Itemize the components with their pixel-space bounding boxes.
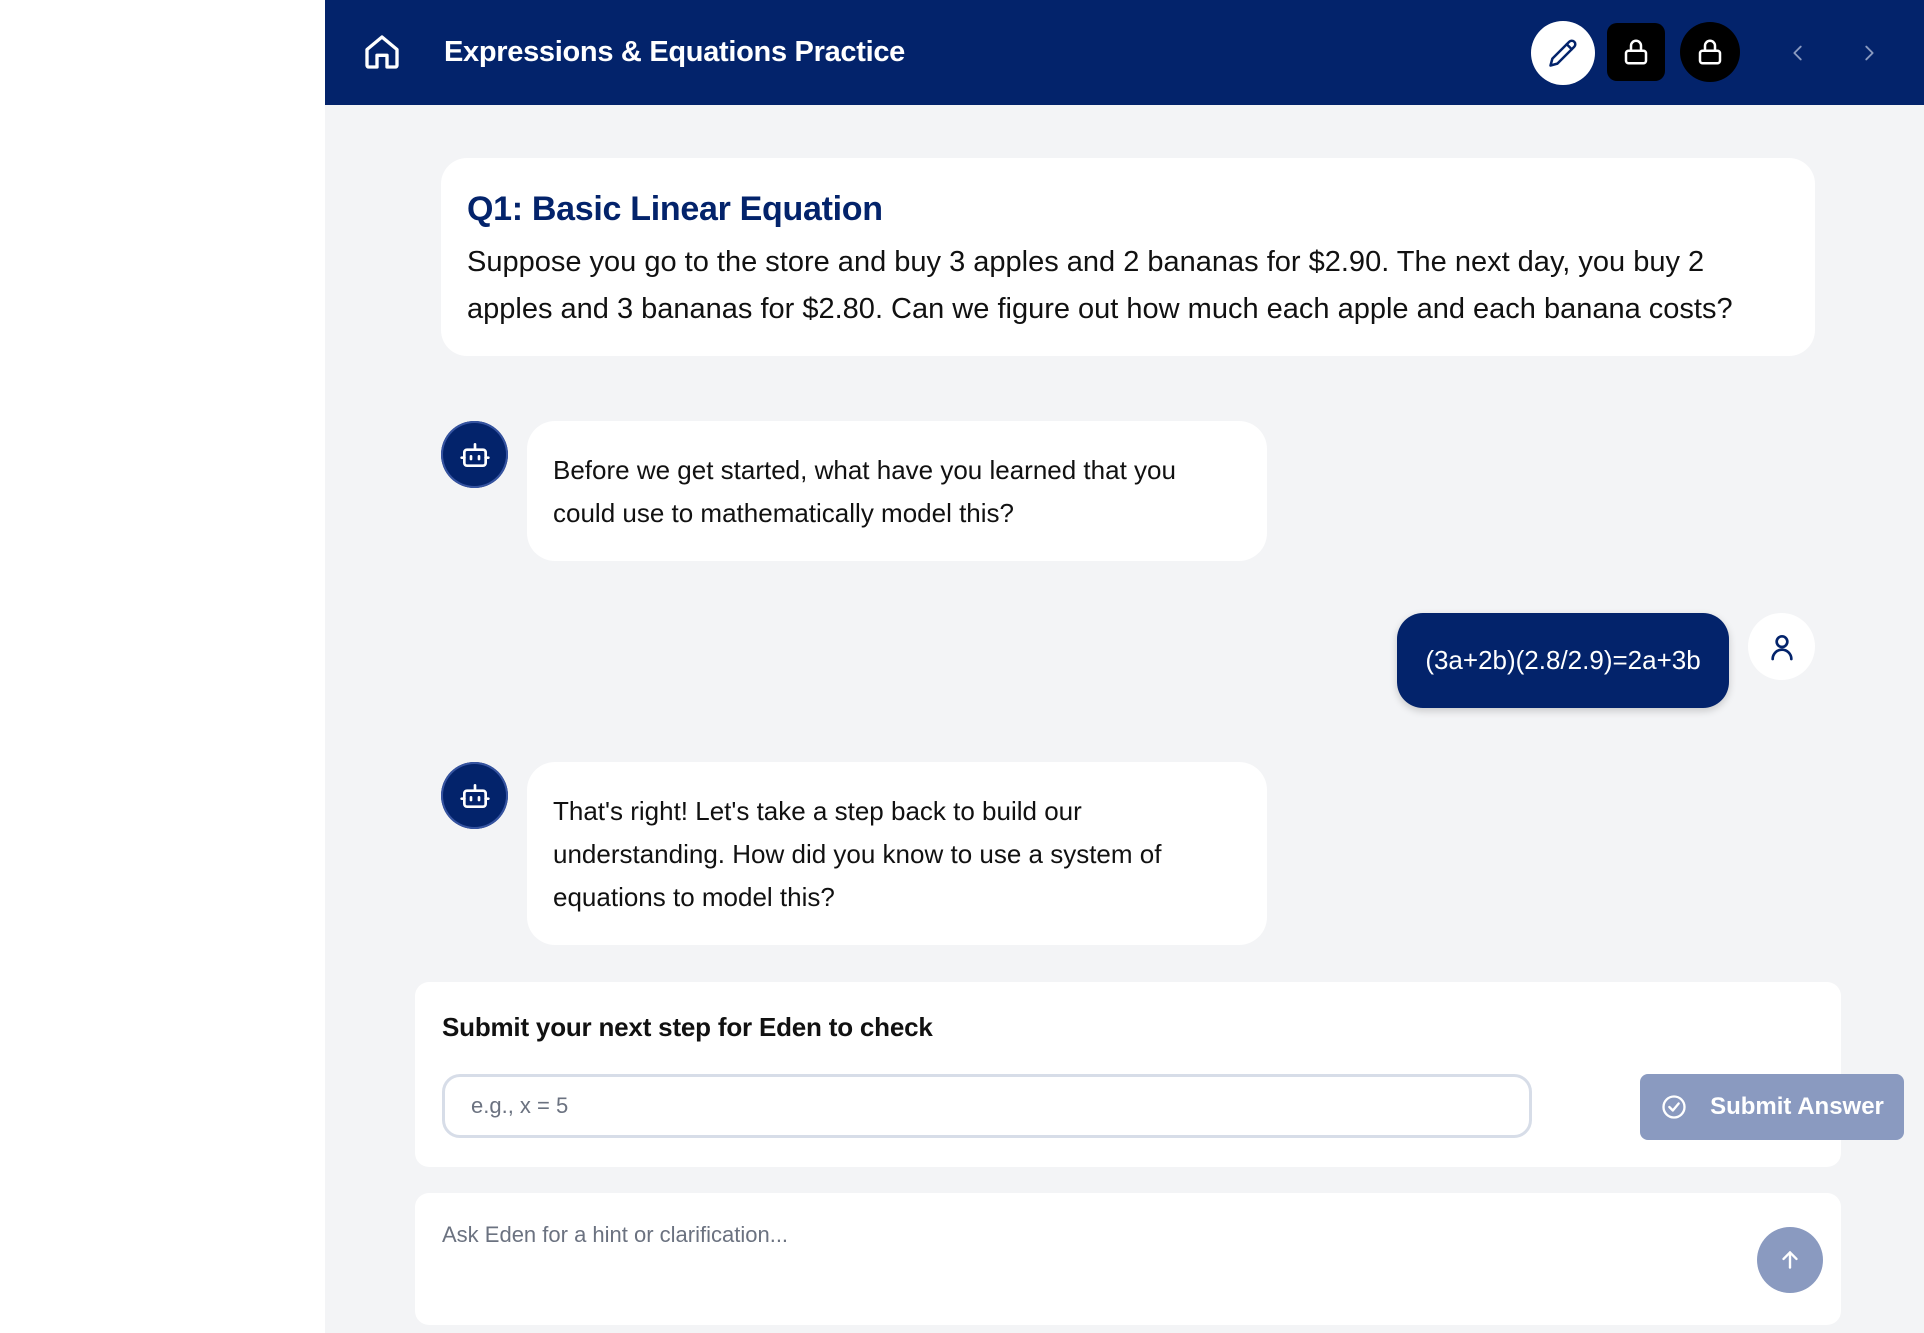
submit-step-panel: Submit your next step for Eden to check … — [415, 982, 1904, 1167]
practice-main: Expressions & Equations Practice Q1: Bas… — [325, 0, 1924, 1333]
chevron-right-icon — [1865, 45, 1874, 61]
question-card: Q1: Basic Linear Equation Suppose you go… — [441, 158, 1815, 356]
bot-avatar — [441, 421, 508, 488]
lock-icon — [1698, 39, 1722, 65]
previous-question-button[interactable] — [1778, 33, 1818, 73]
robot-icon — [459, 442, 490, 467]
user-avatar — [1748, 613, 1815, 680]
home-button[interactable] — [362, 32, 402, 72]
hint-panel — [415, 1193, 1841, 1325]
question-text: Suppose you go to the store and buy 3 ap… — [467, 246, 1733, 325]
send-hint-button[interactable] — [1757, 1227, 1823, 1293]
page-title: Expressions & Equations Practice — [444, 36, 906, 68]
arrow-up-icon — [1782, 1251, 1798, 1269]
lock-icon — [1624, 39, 1648, 65]
submit-step-label: Submit your next step for Eden to check — [442, 1012, 933, 1042]
bot-message: That's right! Let's take a step back to … — [527, 762, 1267, 945]
pencil-icon — [1549, 39, 1577, 67]
robot-icon — [459, 783, 490, 808]
chevron-left-icon — [1793, 45, 1802, 61]
left-blank-pane — [0, 0, 325, 1333]
submit-answer-label: Submit Answer — [1710, 1093, 1884, 1120]
question-title: Q1: Basic Linear Equation — [467, 190, 883, 228]
bot-message: Before we get started, what have you lea… — [527, 421, 1267, 561]
bot-avatar — [441, 762, 508, 829]
check-circle-icon — [1662, 1095, 1686, 1119]
submit-answer-button[interactable]: Submit Answer — [1640, 1074, 1904, 1140]
user-icon — [1770, 634, 1793, 660]
home-icon — [365, 35, 399, 69]
locked-tool-button[interactable] — [1607, 23, 1665, 81]
edit-button[interactable] — [1531, 21, 1595, 85]
user-message: (3a+2b)(2.8/2.9)=2a+3b — [1397, 613, 1729, 708]
top-bar: Expressions & Equations Practice — [325, 0, 1924, 105]
hint-input[interactable] — [442, 1215, 1742, 1255]
locked-tool-button-round[interactable] — [1680, 22, 1740, 82]
answer-input[interactable] — [442, 1074, 1532, 1138]
next-question-button[interactable] — [1849, 33, 1889, 73]
